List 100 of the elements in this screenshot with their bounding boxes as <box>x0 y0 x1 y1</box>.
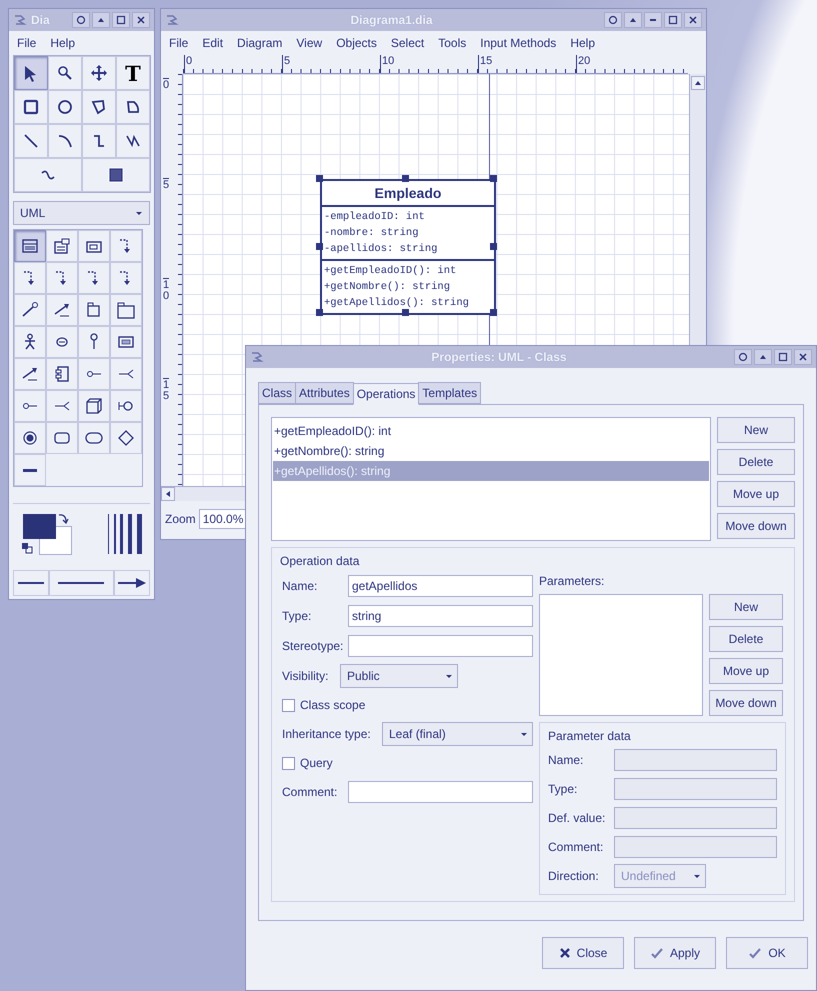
tool-button[interactable] <box>14 56 48 90</box>
selection-handle[interactable] <box>490 243 497 250</box>
tool-button[interactable] <box>78 230 110 262</box>
list-button[interactable]: New <box>717 417 795 443</box>
tool-button[interactable] <box>46 262 78 294</box>
tool-button[interactable] <box>110 262 142 294</box>
tool-button[interactable] <box>78 358 110 390</box>
tab[interactable]: Operations <box>352 383 420 405</box>
tool-button[interactable] <box>78 326 110 358</box>
selection-handle[interactable] <box>402 175 409 182</box>
menu-item[interactable]: Tools <box>438 36 466 50</box>
name-field[interactable]: getApellidos <box>348 575 533 597</box>
tool-button[interactable] <box>78 294 110 326</box>
list-button[interactable]: Move down <box>717 513 795 539</box>
list-button[interactable]: Delete <box>717 449 795 475</box>
tool-button[interactable] <box>14 454 46 486</box>
list-item[interactable]: +getEmpleadoID(): int <box>273 421 709 441</box>
selection-handle[interactable] <box>316 175 323 182</box>
tool-button[interactable] <box>46 326 78 358</box>
uml-class-box[interactable]: Empleado -empleadoID: int -nombre: string -apellidos: string +getEmpleadoID(): int +getNombre(): string +getApellidos(): string <box>320 179 496 315</box>
menu-item[interactable]: File <box>17 36 36 50</box>
tool-button[interactable] <box>82 158 150 192</box>
tool-button[interactable] <box>110 390 142 422</box>
selection-handle[interactable] <box>490 175 497 182</box>
tool-button[interactable] <box>78 422 110 454</box>
checkbox[interactable] <box>282 756 295 770</box>
tool-button[interactable] <box>46 358 78 390</box>
list-button[interactable]: Move up <box>709 658 783 684</box>
menu-item[interactable]: Help <box>50 36 76 50</box>
window-menu-button[interactable] <box>72 12 90 28</box>
tool-button[interactable] <box>78 262 110 294</box>
window-menu-button[interactable] <box>604 12 622 28</box>
menu-item[interactable]: View <box>296 36 322 50</box>
selection-handle[interactable] <box>490 309 497 316</box>
tool-button[interactable] <box>48 56 82 90</box>
menu-item[interactable]: Diagram <box>237 36 282 50</box>
tool-button[interactable] <box>14 294 46 326</box>
maximize-button[interactable] <box>112 12 130 28</box>
tool-button[interactable] <box>14 90 48 124</box>
visibility-dropdown[interactable]: Public <box>340 664 458 688</box>
scroll-left-button[interactable] <box>161 487 175 501</box>
close-button[interactable] <box>684 12 702 28</box>
list-button[interactable]: New <box>709 594 783 620</box>
tab[interactable]: Attributes <box>295 382 354 404</box>
tool-button[interactable] <box>14 230 46 262</box>
list-button[interactable]: Delete <box>709 626 783 652</box>
selection-handle[interactable] <box>402 309 409 316</box>
sheet-dropdown[interactable]: UML <box>13 201 150 225</box>
color-swatches-drawing[interactable] <box>23 514 73 556</box>
maximize-button[interactable] <box>664 12 682 28</box>
tool-button[interactable] <box>116 90 150 124</box>
tool-button[interactable]: T <box>116 56 150 90</box>
close-button[interactable] <box>132 12 150 28</box>
selection-handle[interactable] <box>316 243 323 250</box>
line-width-icon[interactable] <box>106 512 144 556</box>
minimize-button[interactable] <box>644 12 662 28</box>
tool-button[interactable] <box>14 124 48 158</box>
tool-button[interactable] <box>48 90 82 124</box>
shade-button[interactable] <box>624 12 642 28</box>
maximize-button[interactable] <box>774 349 792 365</box>
inheritance-dropdown[interactable]: Leaf (final) <box>382 722 533 746</box>
line-style-button[interactable] <box>49 570 114 596</box>
tool-button[interactable] <box>48 124 82 158</box>
tool-button[interactable] <box>110 230 142 262</box>
menu-item[interactable]: Select <box>390 36 424 50</box>
selection-handle[interactable] <box>316 309 323 316</box>
menu-item[interactable]: Input Methods <box>480 36 556 50</box>
tool-button[interactable] <box>82 56 116 90</box>
line-start-button[interactable] <box>13 570 50 596</box>
menu-item[interactable]: Help <box>570 36 595 50</box>
shade-button[interactable] <box>754 349 772 365</box>
tool-button[interactable] <box>46 422 78 454</box>
tab[interactable]: Class <box>258 382 296 404</box>
tool-button[interactable] <box>14 358 46 390</box>
tool-button[interactable] <box>46 294 78 326</box>
menu-item[interactable]: File <box>169 36 188 50</box>
tool-button[interactable] <box>110 294 142 326</box>
tool-button[interactable] <box>14 422 46 454</box>
tool-button[interactable] <box>14 262 46 294</box>
tool-button[interactable] <box>110 422 142 454</box>
line-end-button[interactable] <box>114 570 150 596</box>
stereotype-field[interactable] <box>348 635 533 657</box>
menu-item[interactable]: Objects <box>336 36 377 50</box>
tab[interactable]: Templates <box>418 382 482 404</box>
dialog-button[interactable]: Close <box>542 937 624 969</box>
tool-button[interactable] <box>110 326 142 358</box>
tool-button[interactable] <box>14 326 46 358</box>
checkbox[interactable] <box>282 698 295 712</box>
list-item[interactable]: +getNombre(): string <box>273 441 709 461</box>
type-field[interactable]: string <box>348 605 533 627</box>
tool-button[interactable] <box>46 230 78 262</box>
tool-button[interactable] <box>82 90 116 124</box>
tool-button[interactable] <box>82 124 116 158</box>
shade-button[interactable] <box>92 12 110 28</box>
tool-button[interactable] <box>14 390 46 422</box>
tool-button[interactable] <box>116 124 150 158</box>
menu-item[interactable]: Edit <box>202 36 224 50</box>
close-button[interactable] <box>794 349 812 365</box>
tool-button[interactable] <box>78 390 110 422</box>
dialog-button[interactable]: Apply <box>634 937 716 969</box>
